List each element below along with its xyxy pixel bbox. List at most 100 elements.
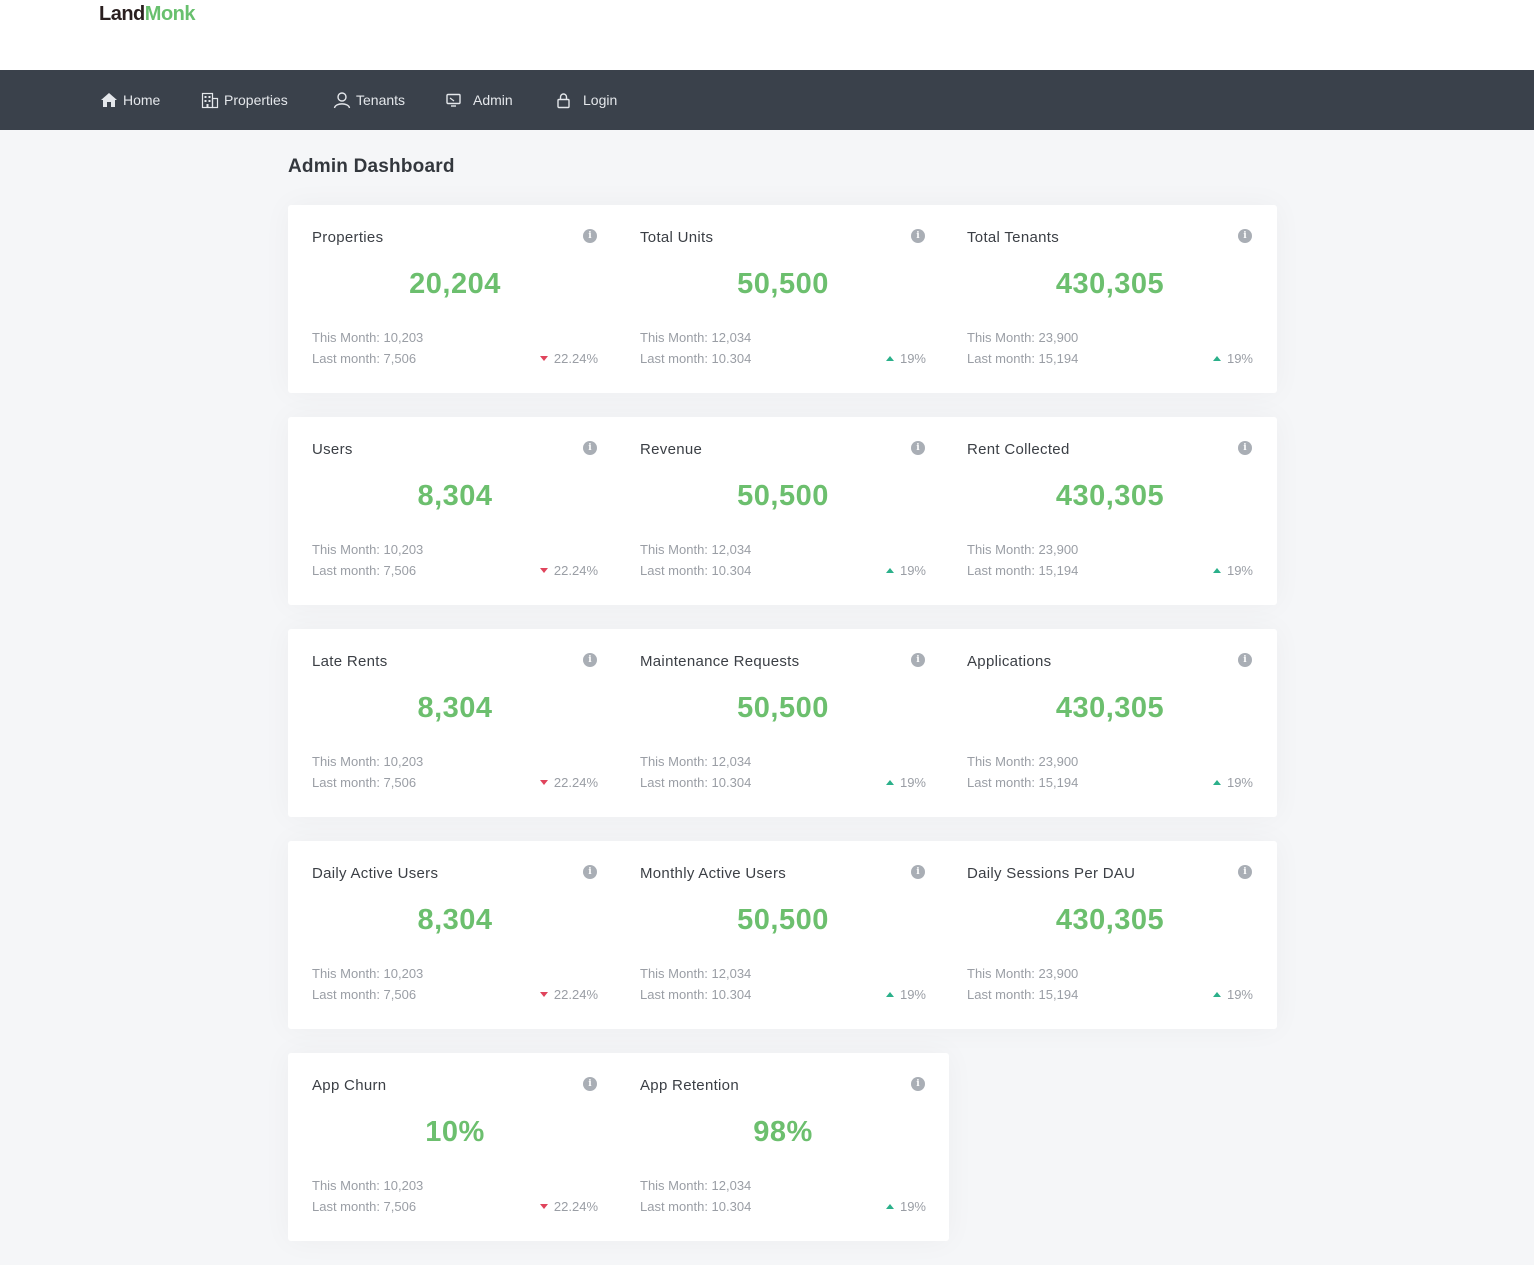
stat-card-value: 430,305: [1055, 480, 1165, 512]
stat-card-value: 8,304: [417, 904, 493, 936]
stat-card-change: 19%: [885, 563, 926, 578]
stat-card-this-month: This Month: 10,203: [312, 966, 424, 981]
stat-card-change-value: 22.24%: [553, 351, 598, 366]
stat-card-value: 20,204: [409, 268, 501, 300]
stat-card-change-value: 19%: [899, 1199, 926, 1214]
stat-card: Daily Active Users i 8,304 This Month: 10,2…: [288, 841, 615, 1029]
trend-down-icon: [539, 992, 548, 997]
stat-card-this-month: This Month: 12,034: [640, 966, 752, 981]
info-icon[interactable]: i: [583, 229, 597, 243]
stat-card: Revenue i 50,500 This Month: 12,034 Last mon…: [616, 417, 943, 605]
stat-card-change-value: 19%: [899, 563, 926, 578]
stat-card-row: Late Rents i 8,304 This Month: 10,203 Last m…: [288, 629, 1277, 817]
info-icon[interactable]: i: [583, 865, 597, 879]
stat-card-row: Daily Active Users i 8,304 This Month: 10,2…: [288, 841, 1277, 1029]
stat-card-row: Users i 8,304 This Month: 10,203 Last month:…: [288, 417, 1277, 605]
stat-card-title: Revenue: [640, 441, 703, 458]
trend-up-icon: [885, 992, 894, 997]
nav-item-login[interactable]: Login: [556, 90, 617, 110]
lock-icon: [556, 92, 572, 109]
stat-card: App Churn i 10% This Month: 10,203 Last mont…: [288, 1053, 615, 1241]
stat-card-change-value: 22.24%: [553, 1199, 598, 1214]
stat-card-change: 19%: [1212, 987, 1253, 1002]
info-icon[interactable]: i: [911, 441, 925, 455]
stat-card-title: Daily Active Users: [312, 865, 439, 882]
stat-card-title: Maintenance Requests: [640, 653, 800, 670]
stat-card-change-value: 19%: [1226, 351, 1253, 366]
home-icon: [100, 92, 118, 108]
stat-card-this-month: This Month: 12,034: [640, 1178, 752, 1193]
nav-item-home[interactable]: Home: [100, 90, 160, 110]
trend-down-icon: [539, 1204, 548, 1209]
stat-card-change: 19%: [1212, 351, 1253, 366]
stat-card-value: 50,500: [737, 268, 829, 300]
stat-card-change: 22.24%: [539, 987, 598, 1002]
main-navbar: Home Properties Tenants Admin Login: [0, 70, 1534, 130]
stat-card-change-value: 19%: [899, 987, 926, 1002]
stat-card-change: 19%: [885, 351, 926, 366]
stat-card: Users i 8,304 This Month: 10,203 Last month:…: [288, 417, 615, 605]
stat-card: App Retention i 98% This Month: 12,034 Last …: [616, 1053, 943, 1241]
stat-card-this-month: This Month: 23,900: [967, 330, 1079, 345]
info-icon[interactable]: i: [583, 653, 597, 667]
stat-card-change: 19%: [885, 987, 926, 1002]
stat-card-last-month: Last month: 10.304: [640, 1199, 752, 1214]
stat-card-this-month: This Month: 10,203: [312, 330, 424, 345]
brand-logo[interactable]: LandMonk: [99, 2, 196, 26]
stat-card: Monthly Active Users i 50,500 This Month: 1…: [616, 841, 943, 1029]
stat-card-this-month: This Month: 10,203: [312, 542, 424, 557]
info-icon[interactable]: i: [1238, 865, 1252, 879]
nav-item-properties[interactable]: Properties: [201, 90, 288, 110]
info-icon[interactable]: i: [911, 229, 925, 243]
stat-card-change: 19%: [885, 775, 926, 790]
stat-card-change-value: 22.24%: [553, 563, 598, 578]
stat-card-change-value: 19%: [1226, 775, 1253, 790]
nav-item-label: Admin: [473, 92, 513, 108]
stat-card: Total Tenants i 430,305 This Month: 23,900 L…: [943, 205, 1270, 393]
nav-item-admin[interactable]: Admin: [445, 90, 513, 110]
stat-card-value: 50,500: [737, 692, 829, 724]
stat-card-title: Applications: [967, 653, 1052, 670]
stat-card-last-month: Last month: 7,506: [312, 563, 417, 578]
trend-down-icon: [539, 780, 548, 785]
stat-card: Maintenance Requests i 50,500 This Month: 1…: [616, 629, 943, 817]
trend-up-icon: [885, 1204, 894, 1209]
trend-up-icon: [1212, 780, 1221, 785]
stat-card: Applications i 430,305 This Month: 23,900 La…: [943, 629, 1270, 817]
stat-card: Properties i 20,204 This Month: 10,203 Last …: [288, 205, 615, 393]
stat-card-last-month: Last month: 15,194: [967, 351, 1079, 366]
stat-card: Late Rents i 8,304 This Month: 10,203 Last m…: [288, 629, 615, 817]
nav-item-label: Home: [123, 92, 161, 108]
stat-card-this-month: This Month: 23,900: [967, 542, 1079, 557]
page-title: Admin Dashboard: [288, 156, 455, 177]
stat-card-last-month: Last month: 7,506: [312, 351, 417, 366]
stat-card-this-month: This Month: 10,203: [312, 754, 424, 769]
stat-card-this-month: This Month: 23,900: [967, 754, 1079, 769]
stat-card-change-value: 19%: [899, 775, 926, 790]
stat-card: Daily Sessions Per DAU i 430,305 This Month…: [943, 841, 1270, 1029]
stat-card-value: 10%: [425, 1116, 485, 1148]
info-icon[interactable]: i: [1238, 441, 1252, 455]
stat-card-change: 19%: [885, 1199, 926, 1214]
stat-card-title: Total Tenants: [967, 229, 1060, 246]
brand-logo-part2: Monk: [144, 3, 196, 25]
info-icon[interactable]: i: [583, 441, 597, 455]
info-icon[interactable]: i: [1238, 229, 1252, 243]
stat-card-change: 19%: [1212, 563, 1253, 578]
info-icon[interactable]: i: [583, 1077, 597, 1091]
stat-card-title: App Churn: [312, 1077, 387, 1094]
nav-item-tenants[interactable]: Tenants: [333, 90, 405, 110]
stat-card-title: Monthly Active Users: [640, 865, 787, 882]
stat-card-title: Properties: [312, 229, 384, 246]
stat-card-last-month: Last month: 7,506: [312, 1199, 417, 1214]
stat-card-last-month: Last month: 10.304: [640, 987, 752, 1002]
info-icon[interactable]: i: [911, 1077, 925, 1091]
stat-card-change: 22.24%: [539, 1199, 598, 1214]
stat-card-last-month: Last month: 15,194: [967, 775, 1079, 790]
info-icon[interactable]: i: [911, 653, 925, 667]
monitor-icon: [445, 92, 463, 108]
info-icon[interactable]: i: [1238, 653, 1252, 667]
stat-card-this-month: This Month: 23,900: [967, 966, 1079, 981]
info-icon[interactable]: i: [911, 865, 925, 879]
stat-card-title: Daily Sessions Per DAU: [967, 865, 1136, 882]
